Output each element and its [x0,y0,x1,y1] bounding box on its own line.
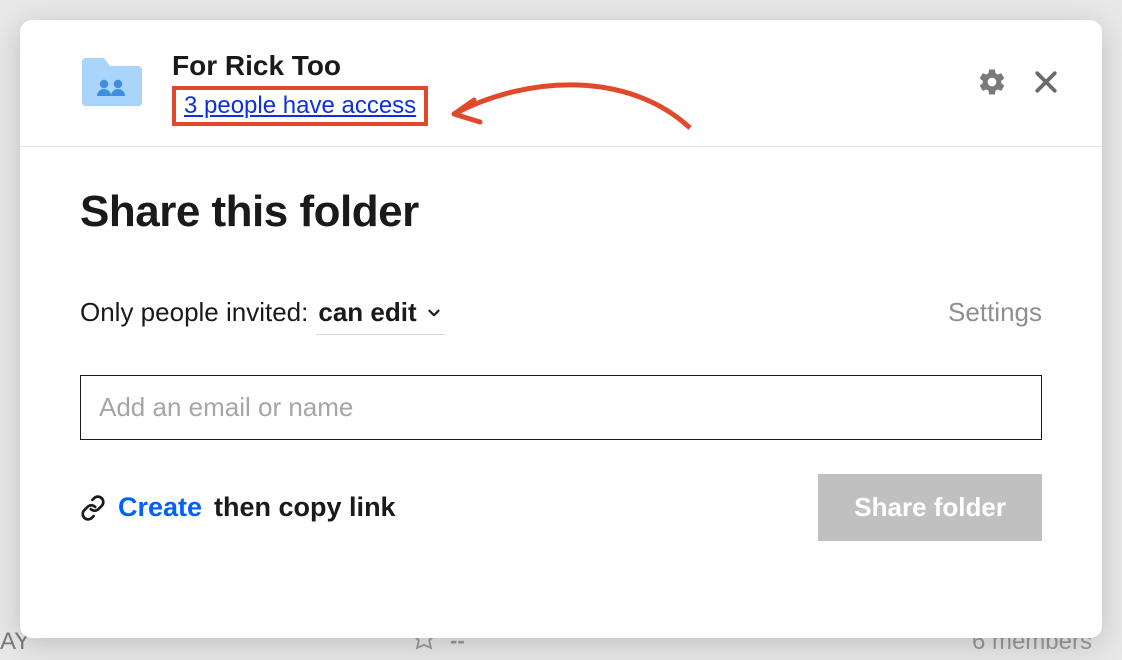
create-link-row[interactable]: Create then copy link [80,492,396,523]
permissions-prefix: Only people invited: [80,297,308,328]
header-actions [976,66,1062,98]
permissions-left: Only people invited: can edit [80,297,445,335]
share-title: Share this folder [80,187,1042,237]
permissions-dropdown[interactable]: can edit [316,297,444,335]
copy-link-suffix: then copy link [214,492,396,523]
access-link-highlight: 3 people have access [172,86,428,126]
folder-name: For Rick Too [172,50,976,82]
close-icon[interactable] [1030,66,1062,98]
shared-folder-icon [80,54,144,110]
access-link[interactable]: 3 people have access [184,92,416,119]
modal-header: For Rick Too 3 people have access [20,20,1102,147]
share-modal: For Rick Too 3 people have access Share … [20,20,1102,638]
permissions-value: can edit [318,297,416,328]
link-icon [80,495,106,521]
settings-icon[interactable] [976,66,1008,98]
invite-input[interactable] [80,375,1042,440]
chevron-down-icon [425,304,443,322]
create-link-label: Create [118,492,202,523]
share-folder-button[interactable]: Share folder [818,474,1042,541]
settings-link[interactable]: Settings [948,297,1042,328]
header-titles: For Rick Too 3 people have access [172,50,976,126]
modal-body: Share this folder Only people invited: c… [20,147,1102,541]
footer-row: Create then copy link Share folder [80,474,1042,541]
permissions-row: Only people invited: can edit Settings [80,297,1042,335]
